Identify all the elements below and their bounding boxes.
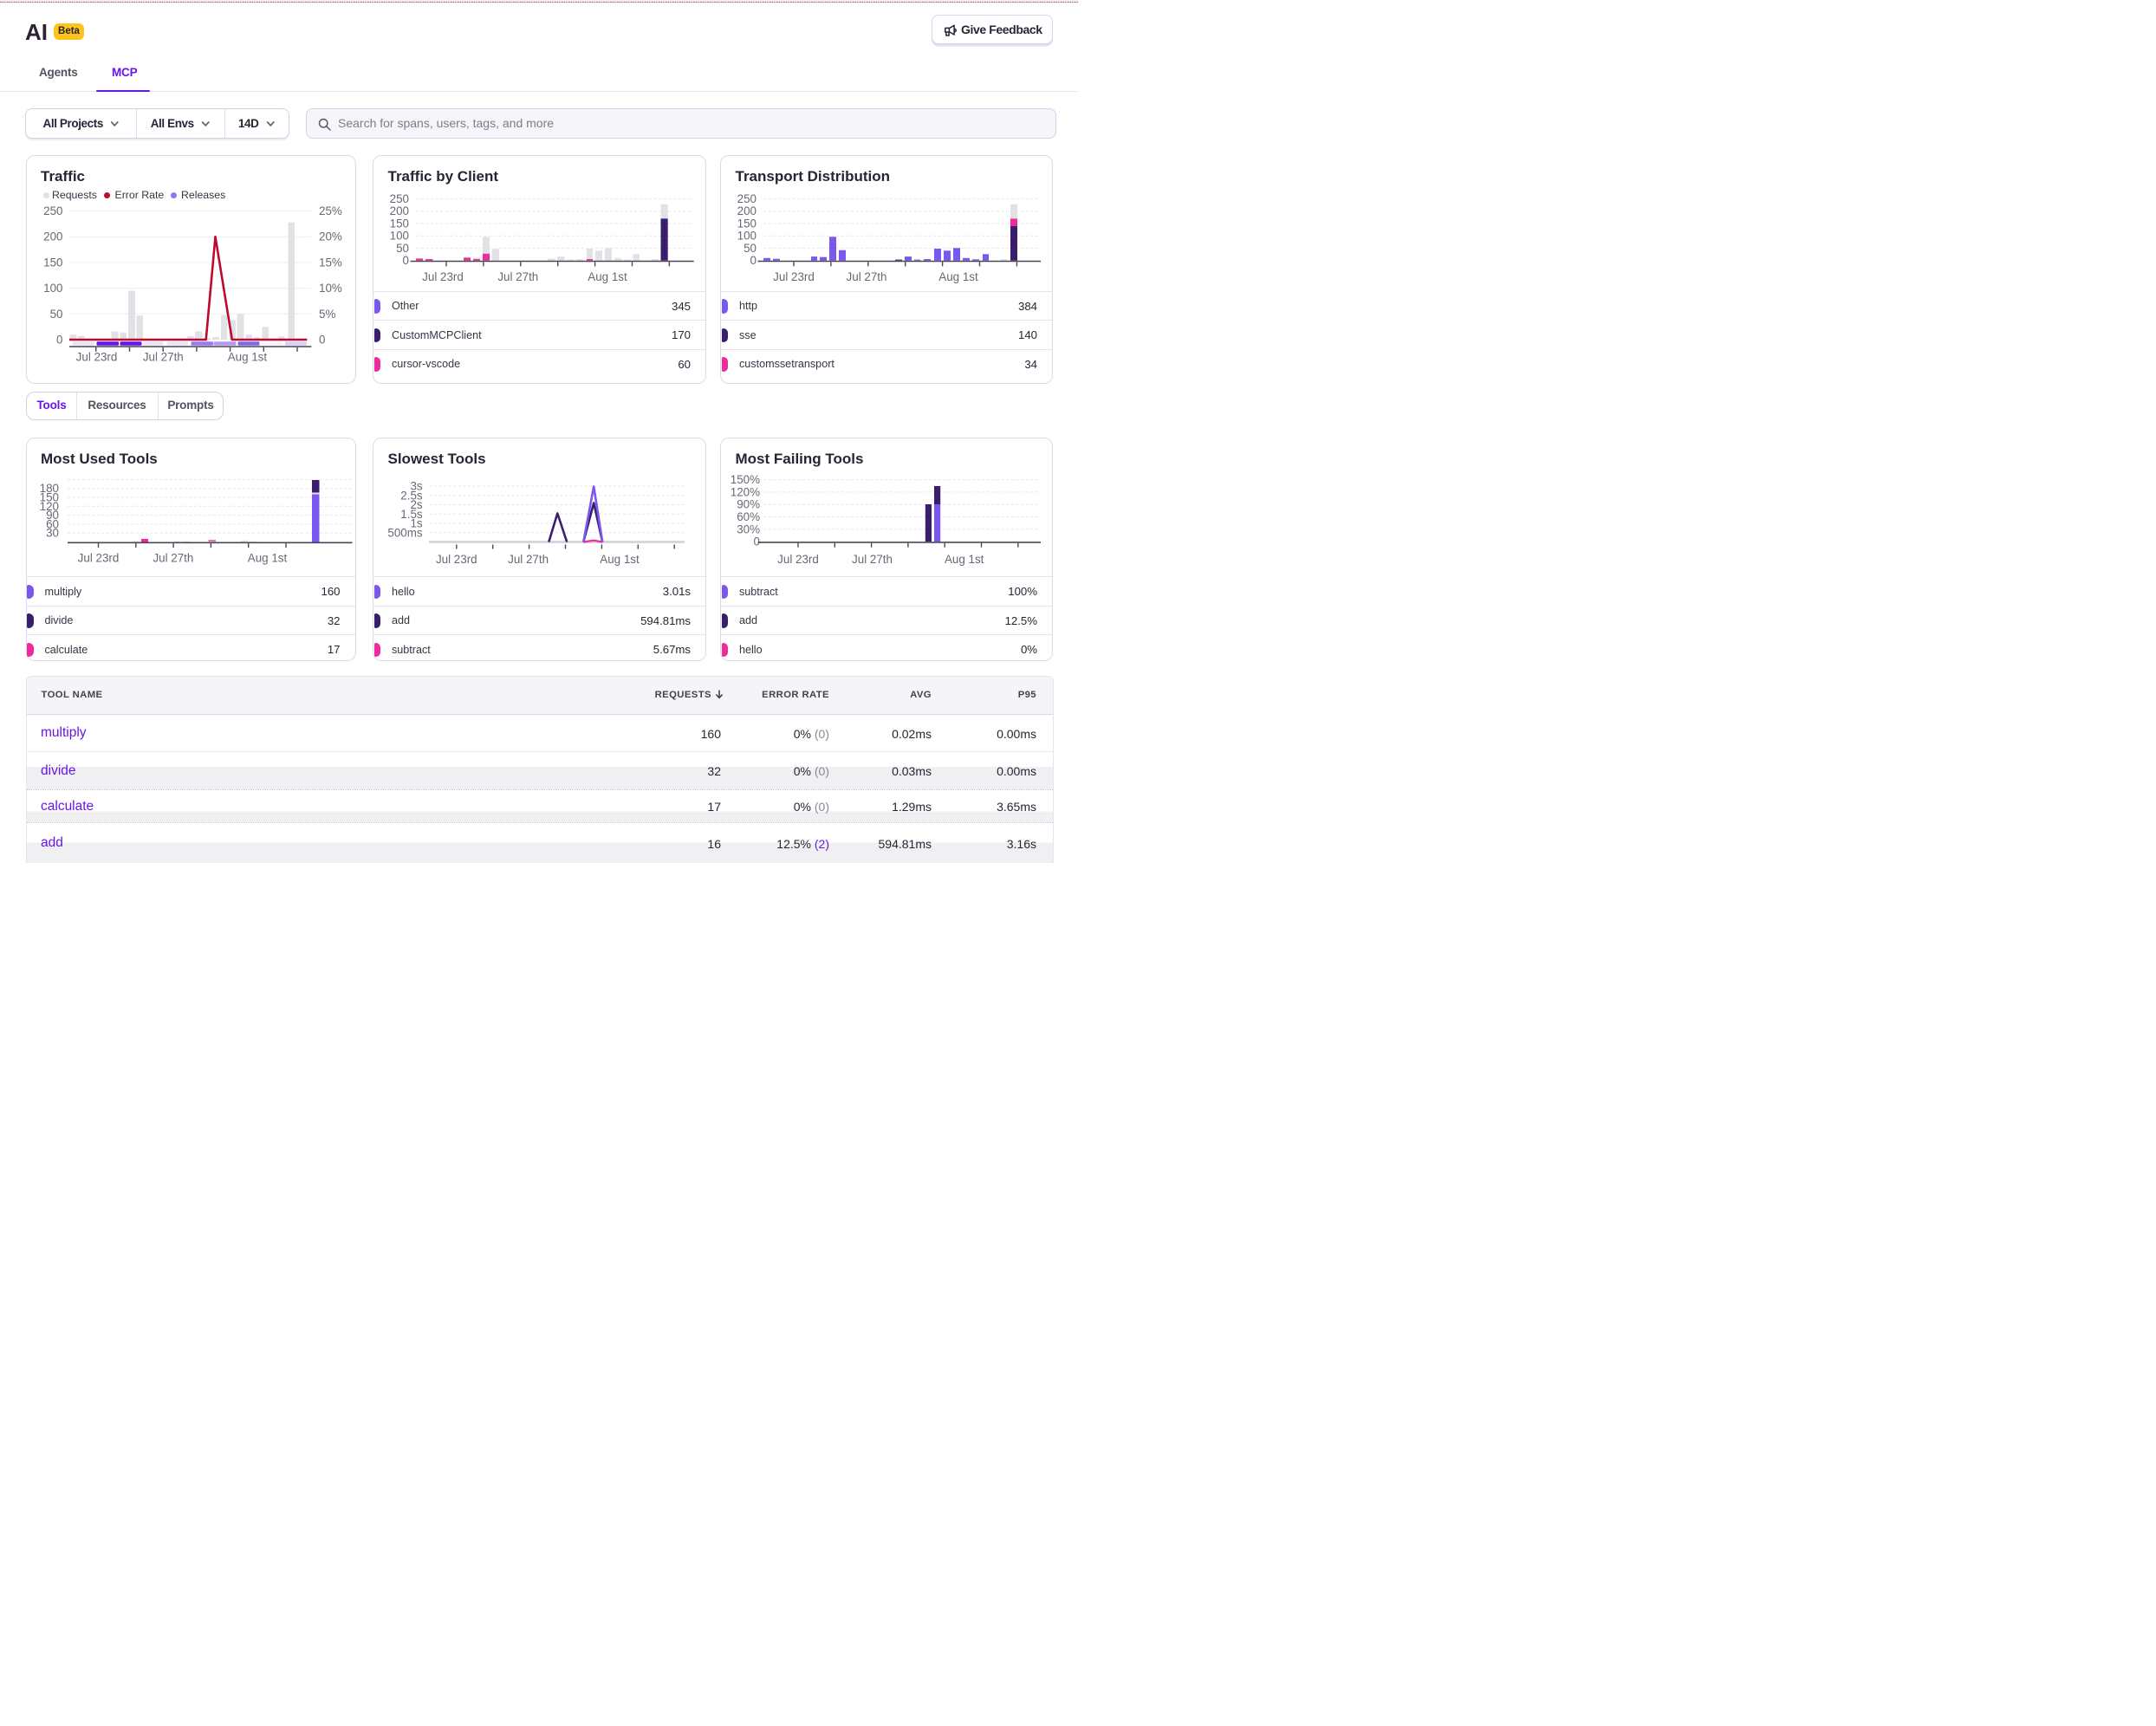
svg-text:50: 50 bbox=[744, 242, 757, 255]
svg-text:15%: 15% bbox=[319, 256, 342, 269]
svg-text:250: 250 bbox=[43, 204, 62, 217]
svg-text:Jul 27th: Jul 27th bbox=[497, 270, 538, 283]
svg-text:60%: 60% bbox=[737, 510, 760, 523]
svg-text:0: 0 bbox=[319, 334, 325, 347]
svg-text:50: 50 bbox=[396, 242, 409, 255]
svg-text:0: 0 bbox=[754, 535, 760, 548]
svg-text:50: 50 bbox=[49, 308, 62, 321]
svg-text:Jul 27th: Jul 27th bbox=[508, 553, 549, 566]
svg-text:0: 0 bbox=[750, 254, 757, 267]
svg-text:5%: 5% bbox=[319, 308, 335, 321]
svg-text:100: 100 bbox=[43, 282, 62, 295]
svg-text:3s: 3s bbox=[410, 479, 422, 492]
svg-text:Jul 27th: Jul 27th bbox=[847, 270, 887, 283]
svg-text:25%: 25% bbox=[319, 204, 342, 217]
svg-text:100: 100 bbox=[737, 230, 757, 243]
svg-text:200: 200 bbox=[737, 204, 757, 217]
svg-text:Jul 27th: Jul 27th bbox=[852, 553, 893, 566]
svg-text:Jul 23rd: Jul 23rd bbox=[436, 553, 477, 566]
svg-text:Aug 1st: Aug 1st bbox=[588, 270, 627, 283]
svg-text:30%: 30% bbox=[737, 522, 760, 535]
svg-text:100: 100 bbox=[390, 230, 409, 243]
svg-text:10%: 10% bbox=[319, 282, 342, 295]
svg-text:Jul 27th: Jul 27th bbox=[153, 551, 193, 564]
svg-text:200: 200 bbox=[390, 204, 409, 217]
svg-text:90%: 90% bbox=[737, 497, 760, 510]
svg-text:Aug 1st: Aug 1st bbox=[227, 351, 267, 364]
svg-text:Aug 1st: Aug 1st bbox=[600, 553, 640, 566]
svg-text:Aug 1st: Aug 1st bbox=[945, 553, 984, 566]
svg-text:Jul 23rd: Jul 23rd bbox=[777, 553, 819, 566]
svg-text:Jul 23rd: Jul 23rd bbox=[773, 270, 815, 283]
svg-text:150: 150 bbox=[43, 256, 62, 269]
svg-text:150: 150 bbox=[737, 217, 757, 230]
svg-text:200: 200 bbox=[43, 230, 62, 243]
svg-text:120%: 120% bbox=[731, 485, 760, 498]
svg-text:Aug 1st: Aug 1st bbox=[938, 270, 978, 283]
svg-text:150%: 150% bbox=[731, 473, 760, 486]
svg-text:Jul 27th: Jul 27th bbox=[142, 351, 183, 364]
svg-text:Aug 1st: Aug 1st bbox=[247, 551, 287, 564]
svg-text:Jul 23rd: Jul 23rd bbox=[422, 270, 464, 283]
svg-text:180: 180 bbox=[39, 482, 58, 495]
svg-text:250: 250 bbox=[390, 192, 409, 205]
svg-text:0: 0 bbox=[403, 254, 409, 267]
svg-text:0: 0 bbox=[56, 334, 62, 347]
svg-text:Jul 23rd: Jul 23rd bbox=[75, 351, 117, 364]
svg-text:250: 250 bbox=[737, 192, 757, 205]
svg-text:150: 150 bbox=[390, 217, 409, 230]
svg-text:20%: 20% bbox=[319, 230, 342, 243]
svg-text:Jul 23rd: Jul 23rd bbox=[77, 551, 119, 564]
